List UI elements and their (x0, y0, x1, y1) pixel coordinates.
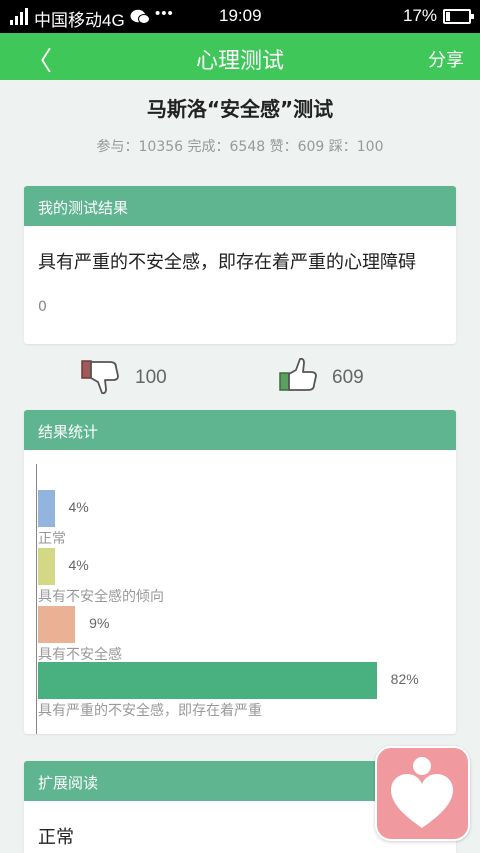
chart-bar-label: 正常 (38, 531, 66, 547)
reading-item[interactable]: 正常 (38, 823, 74, 849)
chart-bar-value: 9% (89, 615, 110, 631)
result-card-header: 我的测试结果 (24, 186, 456, 226)
signal-icon (10, 8, 32, 25)
status-bar: 中国移动4G ••• 19:09 17% (0, 0, 480, 33)
chart-bar-value: 82% (390, 671, 419, 687)
carrier-label: 中国移动4G (34, 11, 125, 30)
vote-row: 100 609 (0, 356, 480, 396)
result-text: 具有严重的不安全感，即存在着严重的心理障碍 (38, 252, 416, 273)
stats-card: 结果统计 4% 正常 4% 具有不安全感的倾向 9% 具有不安全感 82% 具有严重的不安全感… (24, 410, 456, 734)
chart-bar-value: 4% (68, 557, 89, 573)
chart-bar (38, 548, 55, 585)
chart-bar (38, 490, 55, 527)
thumbs-down-icon (81, 360, 119, 395)
nav-bar: 〈 心理测试 分享 (0, 33, 480, 80)
clock: 19:09 (219, 6, 262, 25)
chart-bar-label: 具有严重的不安全感，即存在着严重 (38, 703, 262, 719)
chart-bar (38, 606, 76, 643)
chart-bar (38, 662, 377, 699)
dislike-count: 100 (135, 367, 167, 388)
stats-card-header: 结果统计 (24, 410, 456, 450)
chart-bar-value: 4% (68, 499, 89, 515)
thumbs-up-icon (279, 357, 317, 391)
test-stats: 参与：10356 完成：6548 赞：609 踩：100 (96, 139, 384, 155)
battery-percent: 17% (403, 6, 438, 25)
like-count: 609 (332, 367, 364, 388)
chart-bar-label: 具有不安全感的倾向 (38, 589, 164, 605)
result-card: 我的测试结果 具有严重的不安全感，即存在着严重的心理障碍 0 (24, 186, 456, 344)
battery-icon (443, 9, 474, 24)
share-button[interactable]: 分享 (428, 46, 464, 72)
more-icon: ••• (155, 5, 174, 22)
result-score: 0 (38, 299, 47, 315)
test-title: 马斯洛“安全感”测试 (146, 97, 334, 121)
chart-axis (36, 464, 37, 734)
heart-person-icon (391, 757, 453, 828)
page-title: 心理测试 (195, 49, 284, 74)
chart-bar-label: 具有不安全感 (38, 647, 122, 663)
message-icon (130, 9, 150, 24)
floating-app-button[interactable] (375, 746, 470, 841)
